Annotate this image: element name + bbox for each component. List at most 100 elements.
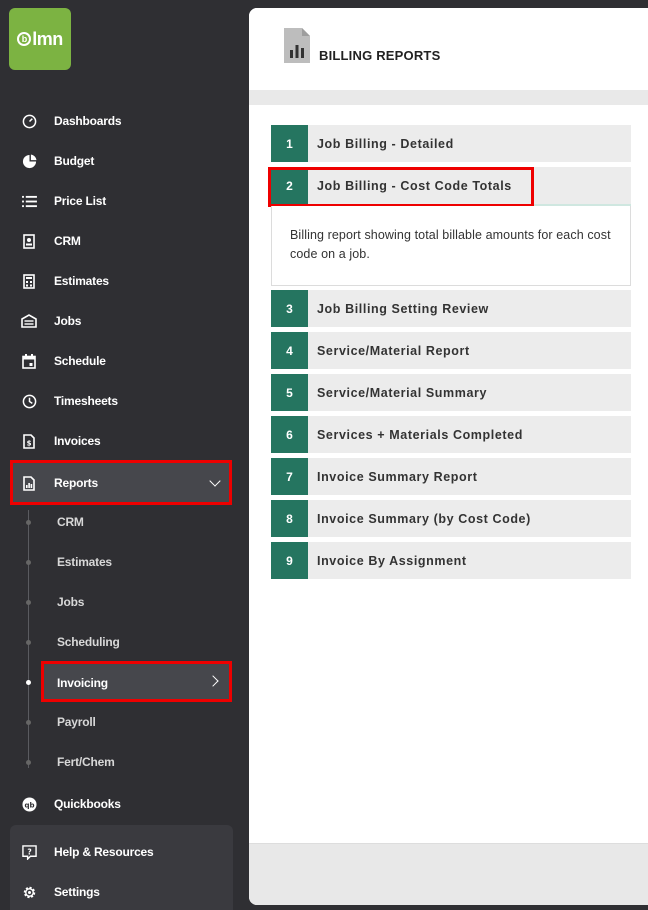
report-row-2[interactable]: 2 Job Billing - Cost Code Totals [271,167,631,204]
report-label: Services + Materials Completed [317,427,523,442]
submenu-item-label: Invoicing [57,676,108,690]
submenu-item-label: Estimates [57,555,112,569]
sidebar-item-label: Quickbooks [54,797,121,811]
page-title: BILLING REPORTS [319,48,441,63]
submenu-dot [26,519,31,525]
report-description: Billing report showing total billable am… [271,206,631,286]
sidebar-item-timesheets[interactable]: Timesheets [0,381,249,421]
report-label: Job Billing - Detailed [317,136,454,151]
footer-bar [249,843,648,905]
submenu-item-label: Scheduling [57,635,120,649]
lmn-logo[interactable]: b lmn [9,8,71,70]
report-row-4[interactable]: 4 Service/Material Report [271,332,631,369]
report-label: Job Billing - Cost Code Totals [317,178,512,193]
submenu-item-scheduling[interactable]: Scheduling [0,622,249,662]
jobs-icon [21,313,37,329]
report-number: 6 [271,416,308,453]
submenu-item-jobs[interactable]: Jobs [0,582,249,622]
sidebar-item-label: Dashboards [54,114,122,128]
report-row-7[interactable]: 7 Invoice Summary Report [271,458,631,495]
sidebar-item-settings[interactable]: Settings [0,872,249,910]
sidebar-item-label: Timesheets [54,394,118,408]
report-icon [21,475,37,491]
sidebar-item-price-list[interactable]: Price List [0,181,249,221]
submenu-item-label: Fert/Chem [57,755,115,769]
report-document-icon [284,28,310,63]
chevron-down-icon [209,475,221,487]
quickbooks-icon: qb [21,796,37,812]
budget-icon [21,153,37,169]
submenu-item-crm[interactable]: CRM [0,502,249,542]
calculator-icon [21,273,37,289]
svg-text:qb: qb [24,800,34,809]
sidebar-item-label: Settings [54,885,100,899]
report-number: 9 [271,542,308,579]
invoice-icon: $ [21,433,37,449]
page-header: BILLING REPORTS [249,8,648,90]
submenu-item-payroll[interactable]: Payroll [0,702,249,742]
submenu-item-label: Payroll [57,715,96,729]
header-divider [249,90,648,105]
logo-mark-icon: b [17,32,32,46]
contact-card-icon [21,233,37,249]
submenu-dot [26,759,31,765]
report-number: 5 [271,374,308,411]
sidebar-item-label: Schedule [54,354,106,368]
sidebar-item-label: Price List [54,194,107,208]
submenu-item-estimates[interactable]: Estimates [0,542,249,582]
svg-text:$: $ [27,439,32,447]
report-number: 8 [271,500,308,537]
submenu-dot [26,559,31,565]
report-label: Invoice Summary Report [317,469,478,484]
submenu-item-invoicing[interactable]: Invoicing [41,661,232,702]
report-number: 3 [271,290,308,327]
chevron-right-icon [207,675,219,687]
main-panel: BILLING REPORTS 1 Job Billing - Detailed… [249,8,648,905]
report-number: 2 [271,167,308,204]
report-row-9[interactable]: 9 Invoice By Assignment [271,542,631,579]
dashboard-icon [21,113,37,129]
sidebar-item-estimates[interactable]: Estimates [0,261,249,301]
sidebar-item-invoices[interactable]: $ Invoices [0,421,249,461]
svg-text:?: ? [27,847,31,856]
report-number: 1 [271,125,308,162]
report-number: 4 [271,332,308,369]
sidebar-item-quickbooks[interactable]: qb Quickbooks [0,784,249,824]
sidebar-item-reports[interactable]: Reports [10,460,232,505]
submenu-dot [26,599,31,605]
clock-icon [21,393,37,409]
sidebar-item-label: Invoices [54,434,101,448]
sidebar-item-schedule[interactable]: Schedule [0,341,249,381]
report-row-1[interactable]: 1 Job Billing - Detailed [271,125,631,162]
sidebar-item-label: CRM [54,234,81,248]
report-label: Job Billing Setting Review [317,301,489,316]
report-row-8[interactable]: 8 Invoice Summary (by Cost Code) [271,500,631,537]
report-row-5[interactable]: 5 Service/Material Summary [271,374,631,411]
submenu-dot [26,639,31,645]
help-icon: ? [21,844,37,860]
sidebar-item-dashboards[interactable]: Dashboards [0,101,249,141]
report-label: Invoice Summary (by Cost Code) [317,511,531,526]
report-label: Service/Material Summary [317,385,488,400]
submenu-item-label: CRM [57,515,84,529]
list-icon [21,193,37,209]
sidebar-item-crm[interactable]: CRM [0,221,249,261]
report-row-3[interactable]: 3 Job Billing Setting Review [271,290,631,327]
report-label: Invoice By Assignment [317,553,467,568]
submenu-dot [26,719,31,725]
sidebar-item-label: Help & Resources [54,845,154,859]
logo-text: lmn [32,28,63,49]
sidebar: b lmn Dashboards Budget Price List CRM Es… [0,0,249,910]
calendar-icon [21,353,37,369]
report-label: Service/Material Report [317,343,470,358]
submenu-item-label: Jobs [57,595,85,609]
sidebar-item-help[interactable]: ? Help & Resources [0,832,249,872]
sidebar-item-label: Estimates [54,274,109,288]
submenu-item-fert-chem[interactable]: Fert/Chem [0,742,249,782]
submenu-dot-active [26,679,31,685]
report-row-6[interactable]: 6 Services + Materials Completed [271,416,631,453]
sidebar-item-label: Jobs [54,314,82,328]
report-number: 7 [271,458,308,495]
sidebar-item-budget[interactable]: Budget [0,141,249,181]
sidebar-item-jobs[interactable]: Jobs [0,301,249,341]
